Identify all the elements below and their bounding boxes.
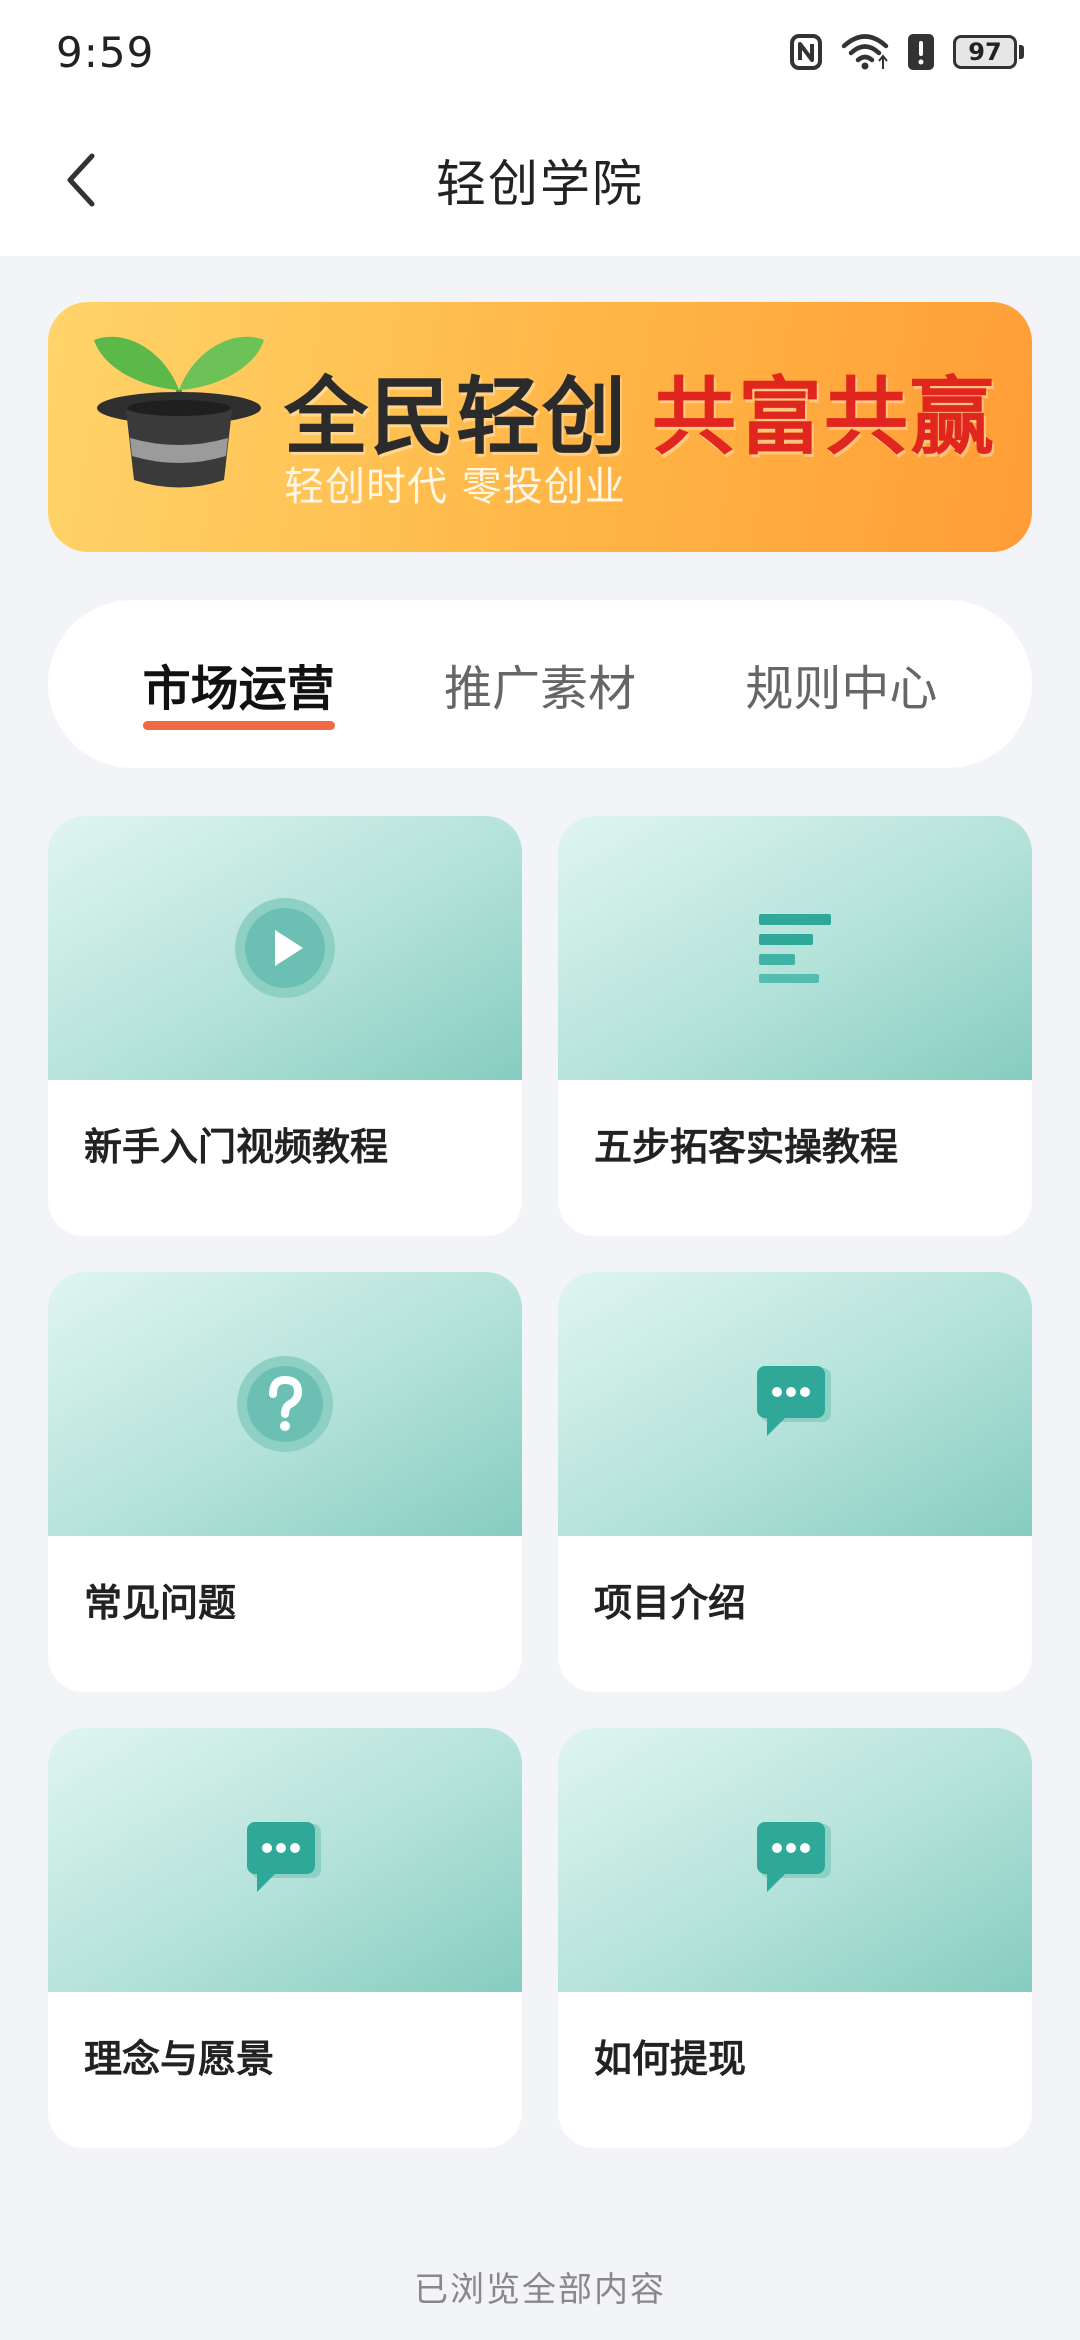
card-media [48, 1272, 522, 1536]
chat-bubble-icon [247, 1822, 321, 1892]
question-icon [237, 1356, 333, 1452]
wifi-icon [841, 33, 889, 71]
banner-title-part2: 共富共赢 [652, 368, 997, 466]
card-title: 常见问题 [84, 1581, 237, 1625]
card-beginner-video[interactable]: 新手入门视频教程 [48, 816, 522, 1236]
card-project-intro[interactable]: 项目介绍 [558, 1272, 1032, 1692]
card-title: 项目介绍 [594, 1581, 747, 1625]
chat-bubble-icon [757, 1822, 831, 1892]
card-media [48, 1728, 522, 1992]
chat-bubble-icon [757, 1366, 831, 1436]
card-title: 新手入门视频教程 [84, 1125, 389, 1169]
battery-level: 97 [953, 35, 1017, 69]
card-media [558, 1728, 1032, 1992]
status-bar: 9:59 97 [0, 0, 1080, 104]
promo-banner[interactable]: 全民轻创 共富共赢 轻创时代 零投创业 [48, 302, 1032, 552]
nfc-icon [789, 33, 823, 71]
nav-bar: 轻创学院 [0, 104, 1080, 256]
end-of-content-label: 已浏览全部内容 [414, 2270, 666, 2310]
card-faq[interactable]: 常见问题 [48, 1272, 522, 1692]
card-title: 五步拓客实操教程 [594, 1125, 899, 1169]
page-title: 轻创学院 [436, 155, 644, 213]
status-icons: 97 [789, 33, 1024, 71]
card-media [558, 1272, 1032, 1536]
card-title: 理念与愿景 [84, 2037, 275, 2081]
card-media [558, 816, 1032, 1080]
text-lines-icon [759, 914, 831, 983]
tab-rules-center[interactable]: 规则中心 [745, 600, 937, 768]
sprout-hat-icon [84, 310, 274, 504]
tab-promotion-materials[interactable]: 推广素材 [444, 600, 636, 768]
card-media [48, 816, 522, 1080]
play-icon [235, 898, 335, 998]
banner-title: 全民轻创 共富共赢 [284, 350, 996, 471]
banner-subtitle: 轻创时代 零投创业 [284, 464, 626, 510]
status-time: 9:59 [56, 27, 155, 77]
card-title: 如何提现 [594, 2037, 747, 2081]
card-how-to-withdraw[interactable]: 如何提现 [558, 1728, 1032, 2148]
battery-icon: 97 [953, 35, 1024, 69]
tab-bar: 市场运营 推广素材 规则中心 [48, 600, 1032, 768]
course-grid: 新手入门视频教程 五步拓客实操教程 常见问题 项目介绍 理念与愿景 如何提现 [48, 816, 1032, 2148]
alert-icon [907, 33, 935, 71]
chevron-left-icon [67, 153, 95, 207]
tab-market-operations[interactable]: 市场运营 [142, 600, 335, 768]
card-philosophy-vision[interactable]: 理念与愿景 [48, 1728, 522, 2148]
card-five-step-tutorial[interactable]: 五步拓客实操教程 [558, 816, 1032, 1236]
back-button[interactable] [40, 140, 120, 220]
banner-title-part1: 全民轻创 [284, 368, 629, 466]
